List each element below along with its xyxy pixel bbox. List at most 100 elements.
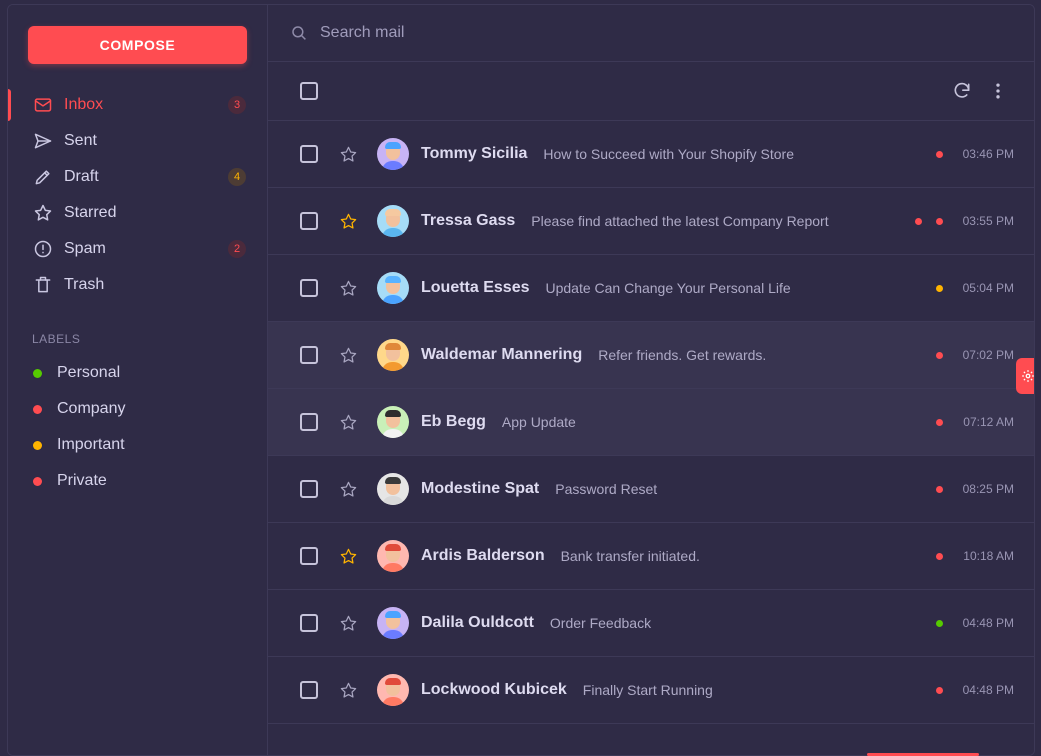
alert-circle-icon xyxy=(32,238,54,260)
sender-name: Lockwood Kubicek xyxy=(421,681,567,698)
star-icon[interactable] xyxy=(338,345,358,365)
sender-name: Louetta Esses xyxy=(421,279,530,296)
avatar xyxy=(377,406,409,438)
label-personal[interactable]: Personal xyxy=(8,355,267,391)
mail-checkbox[interactable] xyxy=(300,212,318,230)
mail-subject: App Update xyxy=(501,414,576,430)
mail-checkbox[interactable] xyxy=(300,413,318,431)
trash-icon xyxy=(32,274,54,296)
pencil-icon xyxy=(32,166,54,188)
sender-name: Ardis Balderson xyxy=(421,547,545,564)
sender-name: Eb Begg xyxy=(421,413,486,430)
count-badge: 2 xyxy=(228,240,246,258)
sidebar: COMPOSE Inbox 3 Sent Draft 4 Starred Spam 2 Tras… xyxy=(8,5,268,755)
search-input[interactable] xyxy=(320,24,920,42)
sidebar-item-label: Trash xyxy=(64,276,105,293)
search-icon xyxy=(292,26,306,40)
label-important[interactable]: Important xyxy=(8,427,267,463)
star-icon[interactable] xyxy=(338,613,358,633)
sidebar-item-trash[interactable]: Trash xyxy=(8,267,267,303)
mail-subject: Bank transfer initiated. xyxy=(560,548,700,564)
star-icon[interactable] xyxy=(338,211,358,231)
sidebar-item-starred[interactable]: Starred xyxy=(8,195,267,231)
sender-name: Waldemar Mannering xyxy=(421,346,583,363)
more-vertical-icon[interactable] xyxy=(988,81,1008,101)
mail-meta: 05:04 PM xyxy=(922,255,1014,321)
star-icon[interactable] xyxy=(338,680,358,700)
toolbar-actions xyxy=(952,81,1008,101)
mail-checkbox[interactable] xyxy=(300,346,318,364)
sidebar-item-label: Inbox xyxy=(64,96,104,113)
mail-main: Tommy Sicilia How to Succeed with Your Sh… xyxy=(268,5,1034,755)
mail-checkbox[interactable] xyxy=(300,547,318,565)
avatar xyxy=(377,339,409,371)
label-private[interactable]: Private xyxy=(8,463,267,499)
sidebar-item-inbox[interactable]: Inbox 3 xyxy=(8,87,267,123)
count-badge: 4 xyxy=(228,168,246,186)
mail-meta: 04:48 PM xyxy=(922,657,1014,723)
refresh-icon[interactable] xyxy=(952,81,972,101)
label-name: Private xyxy=(57,472,107,489)
avatar xyxy=(377,473,409,505)
label-color-dot xyxy=(936,351,943,359)
mail-time: 03:55 PM xyxy=(962,214,1014,228)
mail-subject: Update Can Change Your Personal Life xyxy=(545,280,791,296)
compose-button[interactable]: COMPOSE xyxy=(28,26,247,64)
label-color-dot xyxy=(936,619,943,627)
sidebar-item-label: Starred xyxy=(64,204,117,221)
star-icon[interactable] xyxy=(338,412,358,432)
label-color-dot xyxy=(936,150,943,158)
mail-time: 07:12 AM xyxy=(963,415,1014,429)
label-name: Company xyxy=(57,400,126,417)
avatar xyxy=(377,272,409,304)
mail-subject: Finally Start Running xyxy=(582,682,713,698)
mail-row[interactable]: Waldemar Mannering Refer friends. Get rew… xyxy=(268,322,1034,389)
mail-checkbox[interactable] xyxy=(300,145,318,163)
star-icon[interactable] xyxy=(338,479,358,499)
label-color-dot xyxy=(936,284,943,292)
star-icon[interactable] xyxy=(338,546,358,566)
mail-row[interactable]: Modestine Spat Password Reset 08:25 PM xyxy=(268,456,1034,523)
mail-time: 04:48 PM xyxy=(962,616,1014,630)
sidebar-item-spam[interactable]: Spam 2 xyxy=(8,231,267,267)
mail-checkbox[interactable] xyxy=(300,480,318,498)
mail-checkbox[interactable] xyxy=(300,279,318,297)
label-color-dot xyxy=(33,404,42,414)
sidebar-item-sent[interactable]: Sent xyxy=(8,123,267,159)
label-company[interactable]: Company xyxy=(8,391,267,427)
mail-time: 03:46 PM xyxy=(962,147,1014,161)
mail-subject: Refer friends. Get rewards. xyxy=(598,347,767,363)
mail-time: 10:18 AM xyxy=(963,549,1014,563)
label-name: Important xyxy=(57,436,125,453)
sidebar-item-draft[interactable]: Draft 4 xyxy=(8,159,267,195)
count-badge: 3 xyxy=(228,96,246,114)
sender-name: Dalila Ouldcott xyxy=(421,614,534,631)
mail-row[interactable]: Louetta Esses Update Can Change Your Pers… xyxy=(268,255,1034,322)
mail-row[interactable]: Tressa Gass Please find attached the late… xyxy=(268,188,1034,255)
mail-meta: 10:18 AM xyxy=(922,523,1014,589)
sender-name: Modestine Spat xyxy=(421,480,540,497)
mail-time: 05:04 PM xyxy=(962,281,1014,295)
select-all-checkbox[interactable] xyxy=(300,82,318,100)
mail-toolbar xyxy=(268,62,1034,121)
settings-gear-button[interactable] xyxy=(1016,358,1034,394)
mail-subject: Password Reset xyxy=(555,481,658,497)
mail-subject: Order Feedback xyxy=(549,615,652,631)
mail-row[interactable]: Tommy Sicilia How to Succeed with Your Sh… xyxy=(268,121,1034,188)
mail-row[interactable]: Ardis Balderson Bank transfer initiated. 1… xyxy=(268,523,1034,590)
mail-checkbox[interactable] xyxy=(300,614,318,632)
mail-row[interactable]: Lockwood Kubicek Finally Start Running 04:… xyxy=(268,657,1034,724)
mail-time: 08:25 PM xyxy=(962,482,1014,496)
gear-icon xyxy=(1022,370,1034,382)
star-icon[interactable] xyxy=(338,144,358,164)
label-list: Personal Company Important Private xyxy=(8,355,267,499)
label-color-dot xyxy=(936,217,943,225)
mail-meta: 07:12 AM xyxy=(922,389,1014,455)
star-icon[interactable] xyxy=(338,278,358,298)
mail-row[interactable]: Dalila Ouldcott Order Feedback 04:48 PM xyxy=(268,590,1034,657)
label-color-dot xyxy=(936,686,943,694)
label-color-dot xyxy=(33,440,42,450)
mail-row[interactable]: Eb Begg App Update 07:12 AM xyxy=(268,389,1034,456)
avatar xyxy=(377,138,409,170)
mail-checkbox[interactable] xyxy=(300,681,318,699)
